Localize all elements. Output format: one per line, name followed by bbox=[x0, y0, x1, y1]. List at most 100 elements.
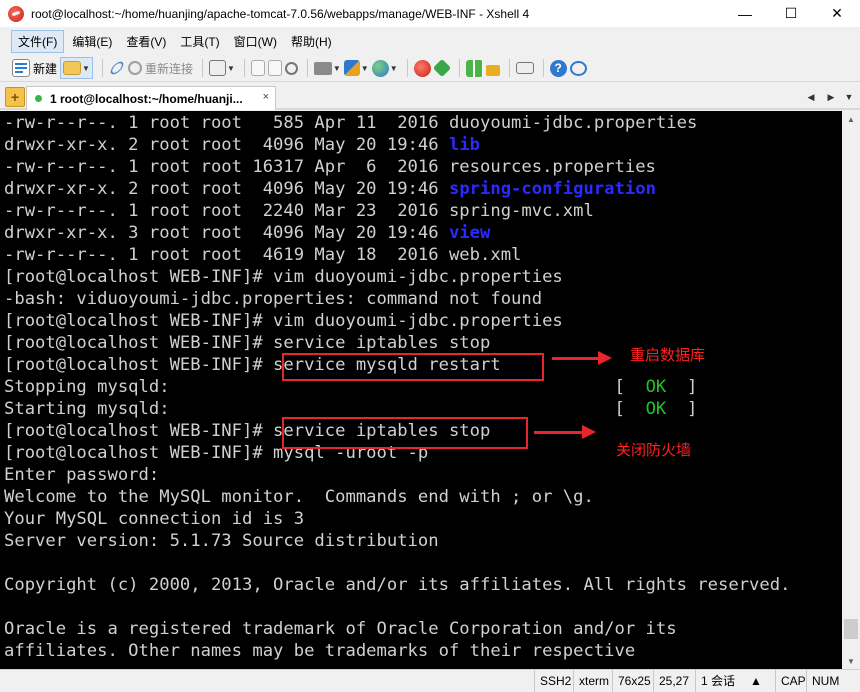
menu-view[interactable]: 查看(V) bbox=[120, 31, 172, 52]
speech-bubble-icon bbox=[569, 60, 587, 76]
status-bar: SSH2 xterm 76x25 25,27 1 会话 ▲ CAP NUM bbox=[0, 669, 860, 692]
restart-arrow-icon bbox=[552, 351, 612, 365]
window-title: root@localhost:~/home/huanjing/apache-to… bbox=[31, 6, 530, 21]
terminal-scrollbar[interactable]: ▲ ▼ bbox=[842, 111, 860, 669]
new-session-button[interactable]: 新建 bbox=[12, 57, 57, 79]
transfer-icon bbox=[343, 60, 360, 76]
help-icon: ? bbox=[549, 59, 567, 77]
open-folder-button[interactable]: ▼ bbox=[60, 57, 93, 79]
chevron-down-icon: ▼ bbox=[389, 63, 398, 73]
scroll-up-icon[interactable]: ▲ bbox=[842, 111, 860, 127]
chevron-down-icon: ▼ bbox=[82, 63, 90, 73]
session-tab-bar: + 1 root@localhost:~/home/huanji... × ◀ … bbox=[0, 85, 860, 110]
session-tab[interactable]: 1 root@localhost:~/home/huanji... × bbox=[26, 86, 276, 110]
scroll-down-icon[interactable]: ▼ bbox=[842, 653, 860, 669]
properties-button[interactable]: ▼ bbox=[208, 57, 235, 79]
menu-help[interactable]: 帮助(H) bbox=[285, 31, 338, 52]
menu-tools[interactable]: 工具(T) bbox=[174, 31, 225, 52]
maximize-button[interactable]: ☐ bbox=[768, 0, 814, 27]
terminal-line: Copyright (c) 2000, 2013, Oracle and/or … bbox=[4, 575, 791, 595]
terminal-area[interactable]: -rw-r--r--. 1 root root 585 Apr 11 2016 … bbox=[0, 111, 842, 669]
paste-button[interactable] bbox=[267, 57, 282, 79]
reconnect-label: 重新连接 bbox=[144, 61, 193, 76]
tab-next-button[interactable]: ▶ bbox=[824, 88, 838, 106]
firewall-arrow-icon bbox=[534, 425, 596, 439]
close-firewall-annotation: 关闭防火墙 bbox=[616, 441, 692, 459]
terminal-line: Server version: 5.1.73 Source distributi… bbox=[4, 531, 439, 551]
toolbar-separator bbox=[406, 59, 408, 77]
copy-icon bbox=[250, 60, 265, 76]
globe-button[interactable]: ▼ bbox=[371, 57, 398, 79]
terminal-line: Your MySQL connection id is 3 bbox=[4, 509, 305, 529]
toolbar-separator bbox=[542, 59, 544, 77]
new-session-label: 新建 bbox=[33, 61, 58, 76]
xshell-logo-icon bbox=[8, 5, 24, 22]
tab-list-button[interactable]: ▼ bbox=[842, 88, 856, 106]
chevron-down-icon: ▼ bbox=[226, 63, 235, 73]
transfer-button[interactable]: ▼ bbox=[343, 57, 369, 79]
add-session-button[interactable]: + bbox=[5, 87, 25, 107]
tab-close-icon[interactable]: × bbox=[263, 91, 269, 103]
connected-status-icon bbox=[35, 95, 42, 102]
restart-db-annotation: 重启数据库 bbox=[630, 346, 706, 364]
link-icon bbox=[108, 59, 126, 77]
toolbar: 新建 ▼ 重新连接 ▼ ▼ ▼ ▼ ? bbox=[0, 55, 860, 82]
help-button[interactable]: ? bbox=[549, 57, 567, 79]
status-cursor: 25,27 bbox=[653, 670, 689, 692]
lock-button[interactable] bbox=[485, 57, 500, 79]
terminal-line: -rw-r--r--. 1 root root 585 Apr 11 2016 … bbox=[4, 113, 698, 133]
copy-button[interactable] bbox=[250, 57, 265, 79]
toolbar-separator bbox=[201, 59, 203, 77]
terminal-line: -rw-r--r--. 1 root root 16317 Apr 6 2016… bbox=[4, 157, 656, 177]
terminal-line: drwxr-xr-x. 3 root root 4096 May 20 19:4… bbox=[4, 223, 491, 243]
terminal-line: -bash: viduoyoumi-jdbc.properties: comma… bbox=[4, 289, 543, 309]
window-controls: — ☐ ✕ bbox=[722, 0, 860, 27]
status-terminal-type: xterm bbox=[573, 670, 609, 692]
menu-edit[interactable]: 编辑(E) bbox=[66, 31, 118, 52]
globe-icon bbox=[371, 59, 389, 77]
print-button[interactable]: ▼ bbox=[313, 57, 341, 79]
terminal-line: Oracle is a registered trademark of Orac… bbox=[4, 619, 677, 639]
status-sessions: 1 会话 bbox=[695, 670, 735, 692]
layout-button[interactable] bbox=[465, 57, 483, 79]
close-button[interactable]: ✕ bbox=[814, 0, 860, 27]
compose-button[interactable] bbox=[432, 57, 451, 79]
toolbar-separator bbox=[458, 59, 460, 77]
terminal-line: [root@localhost WEB-INF]# service iptabl… bbox=[4, 333, 491, 353]
keyboard-button[interactable] bbox=[515, 57, 534, 79]
menu-bar: 文件(F) 编辑(E) 查看(V) 工具(T) 窗口(W) 帮助(H) bbox=[0, 29, 860, 53]
toolbar-separator bbox=[243, 59, 245, 77]
link-button[interactable] bbox=[108, 57, 126, 79]
layout-grid-icon bbox=[465, 59, 483, 77]
title-bar: root@localhost:~/home/huanjing/apache-to… bbox=[0, 0, 860, 27]
reconnect-button[interactable]: 重新连接 bbox=[127, 57, 193, 79]
chevron-down-icon: ▼ bbox=[360, 63, 369, 73]
minimize-button[interactable]: — bbox=[722, 0, 768, 27]
xftp-button[interactable] bbox=[413, 57, 431, 79]
status-num: NUM bbox=[806, 670, 839, 692]
toolbar-separator bbox=[508, 59, 510, 77]
compose-icon bbox=[432, 58, 451, 78]
menu-window[interactable]: 窗口(W) bbox=[228, 31, 283, 52]
scrollbar-thumb[interactable] bbox=[844, 619, 858, 639]
chat-button[interactable] bbox=[569, 57, 587, 79]
folder-icon bbox=[63, 61, 82, 75]
keyboard-icon bbox=[515, 62, 534, 74]
toolbar-separator bbox=[101, 59, 103, 77]
restart-mysql-highlight-box bbox=[282, 353, 544, 381]
menu-file[interactable]: 文件(F) bbox=[11, 29, 65, 53]
tab-prev-button[interactable]: ◀ bbox=[804, 88, 818, 106]
find-button[interactable] bbox=[284, 57, 298, 79]
search-icon bbox=[284, 61, 298, 75]
paste-icon bbox=[267, 60, 282, 76]
chevron-down-icon: ▼ bbox=[332, 63, 341, 73]
terminal-line: [root@localhost WEB-INF]# vim duoyoumi-j… bbox=[4, 267, 563, 287]
terminal-line: Welcome to the MySQL monitor. Commands e… bbox=[4, 487, 594, 507]
status-caps: CAP bbox=[775, 670, 806, 692]
terminal-line: [root@localhost WEB-INF]# vim duoyoumi-j… bbox=[4, 311, 563, 331]
new-session-icon bbox=[12, 59, 30, 77]
lock-icon bbox=[485, 65, 500, 76]
terminal-line: Enter password: bbox=[4, 465, 160, 485]
terminal-line: drwxr-xr-x. 2 root root 4096 May 20 19:4… bbox=[4, 135, 481, 155]
terminal-line: -rw-r--r--. 1 root root 2240 Mar 23 2016… bbox=[4, 201, 594, 221]
